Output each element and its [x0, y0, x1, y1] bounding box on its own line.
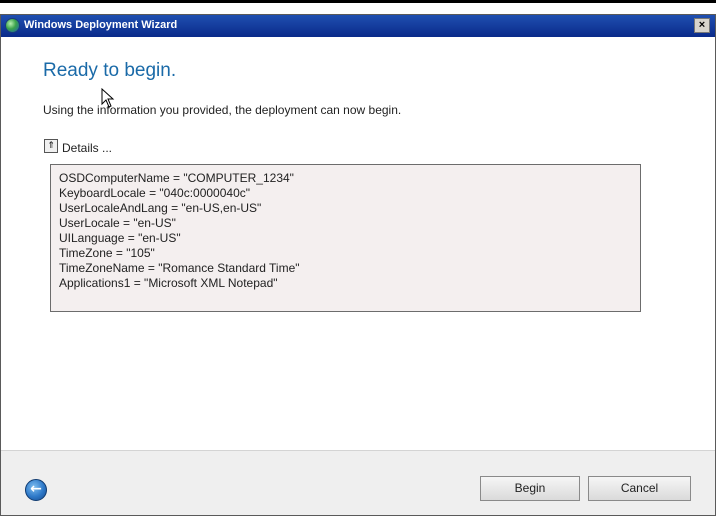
window-title: Windows Deployment Wizard: [24, 19, 178, 31]
close-button[interactable]: ×: [694, 18, 710, 33]
details-label[interactable]: Details ...: [62, 141, 112, 155]
details-line: TimeZoneName = "Romance Standard Time": [59, 261, 300, 275]
back-button[interactable]: ←: [25, 479, 47, 501]
details-line: UserLocaleAndLang = "en-US,en-US": [59, 201, 262, 215]
wizard-window: Windows Deployment Wizard × Ready to beg…: [0, 14, 716, 516]
details-line: UILanguage = "en-US": [59, 231, 181, 245]
wizard-footer: ← Begin Cancel: [1, 450, 715, 515]
details-toggle-button[interactable]: ⇑: [44, 139, 58, 153]
details-line: Applications1 = "Microsoft XML Notepad": [59, 276, 278, 290]
details-line: KeyboardLocale = "040c:0000040c": [59, 186, 250, 200]
details-line: OSDComputerName = "COMPUTER_1234": [59, 171, 294, 185]
globe-icon: [5, 18, 20, 33]
mouse-cursor-icon: [101, 88, 115, 108]
top-border: [0, 0, 716, 3]
cancel-button[interactable]: Cancel: [588, 476, 691, 501]
begin-button[interactable]: Begin: [480, 476, 580, 501]
details-line: UserLocale = "en-US": [59, 216, 176, 230]
intro-text: Using the information you provided, the …: [43, 103, 402, 117]
title-bar[interactable]: Windows Deployment Wizard ×: [1, 15, 715, 37]
details-panel: OSDComputerName = "COMPUTER_1234" Keyboa…: [50, 164, 641, 312]
details-line: TimeZone = "105": [59, 246, 155, 260]
page-title: Ready to begin.: [43, 60, 177, 81]
